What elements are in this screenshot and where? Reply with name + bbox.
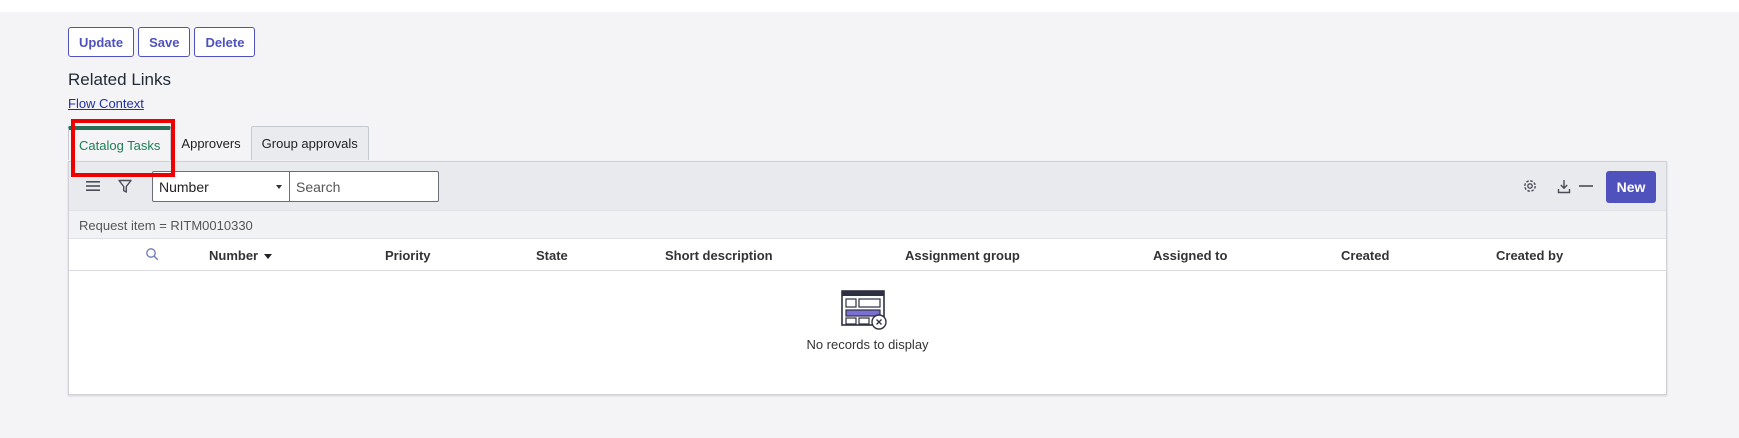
form-action-buttons: Update Save Delete <box>68 27 256 57</box>
tab-approvers[interactable]: Approvers <box>171 126 251 160</box>
related-links-title: Related Links <box>68 70 172 89</box>
filter-breadcrumb: Request item = RITM0010330 <box>69 210 1666 239</box>
empty-list-icon <box>841 290 887 330</box>
tab-catalog-tasks[interactable]: Catalog Tasks <box>68 126 172 160</box>
hamburger-icon[interactable] <box>83 176 103 196</box>
column-created-by[interactable]: Created by <box>1496 248 1563 263</box>
column-state[interactable]: State <box>536 248 568 263</box>
field-select[interactable]: Number <box>152 171 290 202</box>
column-short-description[interactable]: Short description <box>665 248 773 263</box>
column-created[interactable]: Created <box>1341 248 1389 263</box>
related-list-tabs: Catalog Tasks Approvers Group approvals <box>68 126 369 160</box>
search-icon[interactable] <box>145 247 161 263</box>
field-select-value: Number <box>159 179 209 195</box>
delete-button[interactable]: Delete <box>194 27 256 57</box>
save-button[interactable]: Save <box>138 27 191 57</box>
flow-context-link[interactable]: Flow Context <box>68 96 144 111</box>
column-priority[interactable]: Priority <box>385 248 431 263</box>
minimize-icon[interactable] <box>1576 176 1596 196</box>
download-icon[interactable] <box>1554 176 1574 196</box>
chevron-down-icon <box>276 185 282 189</box>
gear-icon[interactable] <box>1520 176 1540 196</box>
filter-condition[interactable]: Request item = RITM0010330 <box>79 218 253 233</box>
sort-desc-icon <box>264 254 273 260</box>
related-list-panel: Number New Request item = RITM0010330 Nu… <box>68 161 1667 395</box>
empty-state-message: No records to display <box>806 337 929 352</box>
filter-icon[interactable] <box>115 176 135 196</box>
list-toolbar: Number New <box>69 162 1666 210</box>
search-input[interactable] <box>289 171 439 202</box>
column-number-label: Number <box>209 248 259 263</box>
update-button[interactable]: Update <box>68 27 135 57</box>
tab-group-approvals[interactable]: Group approvals <box>250 126 369 160</box>
column-assigned-to[interactable]: Assigned to <box>1153 248 1227 263</box>
column-assignment-group[interactable]: Assignment group <box>905 248 1020 263</box>
column-number[interactable]: Number <box>209 248 273 263</box>
new-button[interactable]: New <box>1606 171 1656 203</box>
table-header: Number Priority State Short description … <box>69 239 1666 271</box>
page: Update Save Delete Related Links Flow Co… <box>0 12 1739 438</box>
